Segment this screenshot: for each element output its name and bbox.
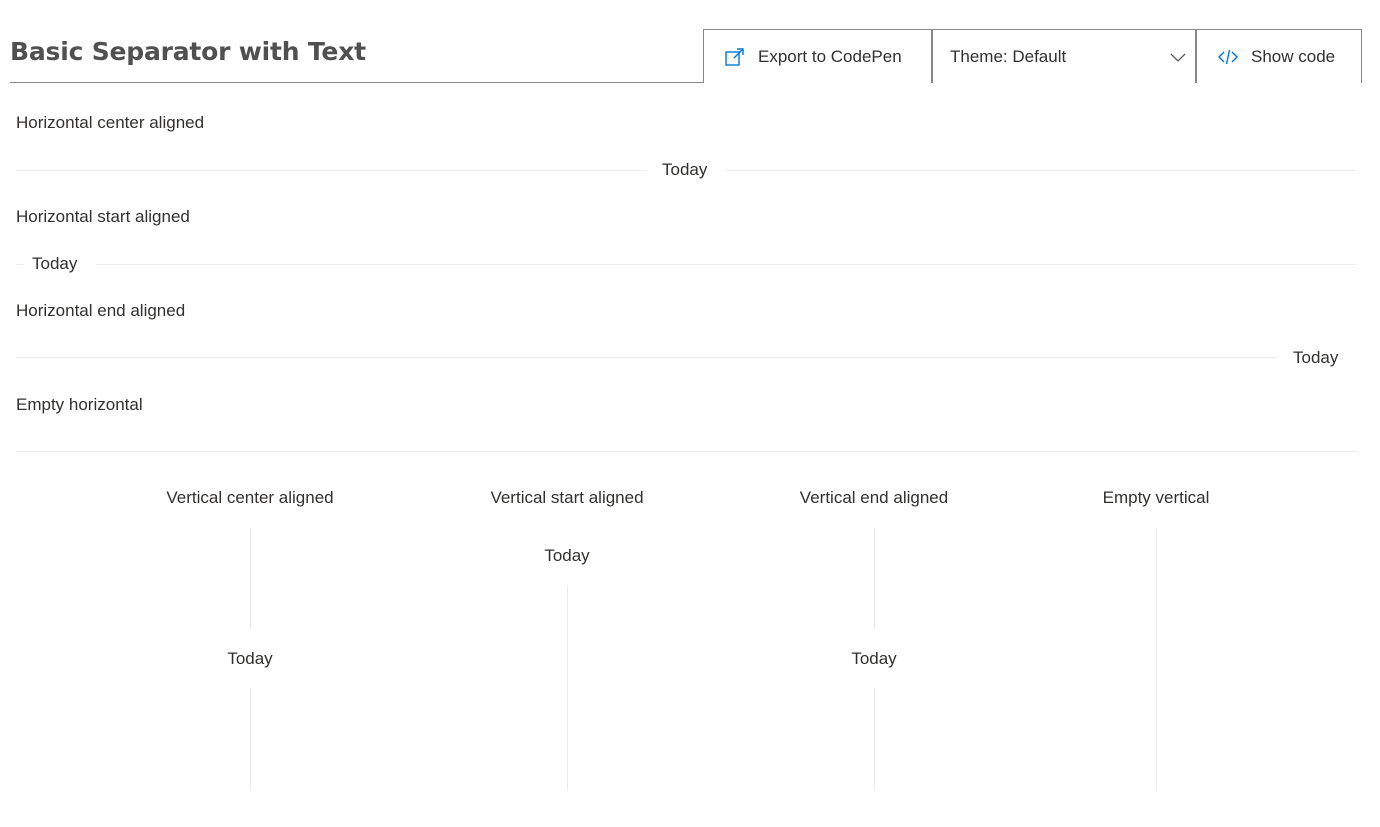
horizontal-center-separator-text: Today xyxy=(662,160,708,180)
horizontal-start-separator-right xyxy=(96,264,1356,265)
page-header: Basic Separator with Text Export to Code… xyxy=(10,29,1362,83)
horizontal-start-label: Horizontal start aligned xyxy=(16,207,190,226)
page-title: Basic Separator with Text xyxy=(10,37,366,66)
code-icon xyxy=(1217,46,1239,68)
export-codepen-button[interactable]: Export to CodePen xyxy=(703,29,932,83)
horizontal-end-separator-text: Today xyxy=(1293,348,1339,368)
vertical-center-separator-text: Today xyxy=(227,649,273,668)
horizontal-start-separator-text: Today xyxy=(32,254,78,274)
vertical-end-separator-text: Today xyxy=(851,649,897,668)
export-button-label: Export to CodePen xyxy=(758,46,902,66)
chevron-down-icon xyxy=(1169,48,1187,66)
horizontal-center-separator-right xyxy=(726,170,1356,171)
external-link-icon xyxy=(724,46,746,68)
show-code-button[interactable]: Show code xyxy=(1196,29,1362,83)
vertical-center-separator-top xyxy=(250,528,251,628)
horizontal-start-separator-left xyxy=(16,264,24,265)
horizontal-end-separator-left xyxy=(16,357,1277,358)
theme-dropdown-label: Theme: Default xyxy=(950,46,1067,66)
vertical-end-label: Vertical end aligned xyxy=(799,488,949,507)
empty-vertical-label: Empty vertical xyxy=(1102,488,1210,507)
horizontal-center-label: Horizontal center aligned xyxy=(16,113,205,132)
vertical-start-separator-line xyxy=(567,585,568,791)
vertical-center-separator-bottom xyxy=(250,688,251,791)
vertical-end-separator-bottom xyxy=(874,688,875,791)
vertical-end-separator-top xyxy=(874,528,875,628)
empty-vertical-separator xyxy=(1156,528,1157,791)
show-code-label: Show code xyxy=(1251,46,1336,66)
empty-horizontal-separator xyxy=(16,451,1356,452)
horizontal-center-separator-left xyxy=(16,170,646,171)
empty-horizontal-label: Empty horizontal xyxy=(16,395,143,414)
vertical-center-label: Vertical center aligned xyxy=(166,488,334,507)
vertical-start-label: Vertical start aligned xyxy=(490,488,644,507)
theme-dropdown[interactable]: Theme: Default xyxy=(932,29,1196,83)
horizontal-end-label: Horizontal end aligned xyxy=(16,301,186,320)
vertical-start-separator-text: Today xyxy=(544,546,590,565)
